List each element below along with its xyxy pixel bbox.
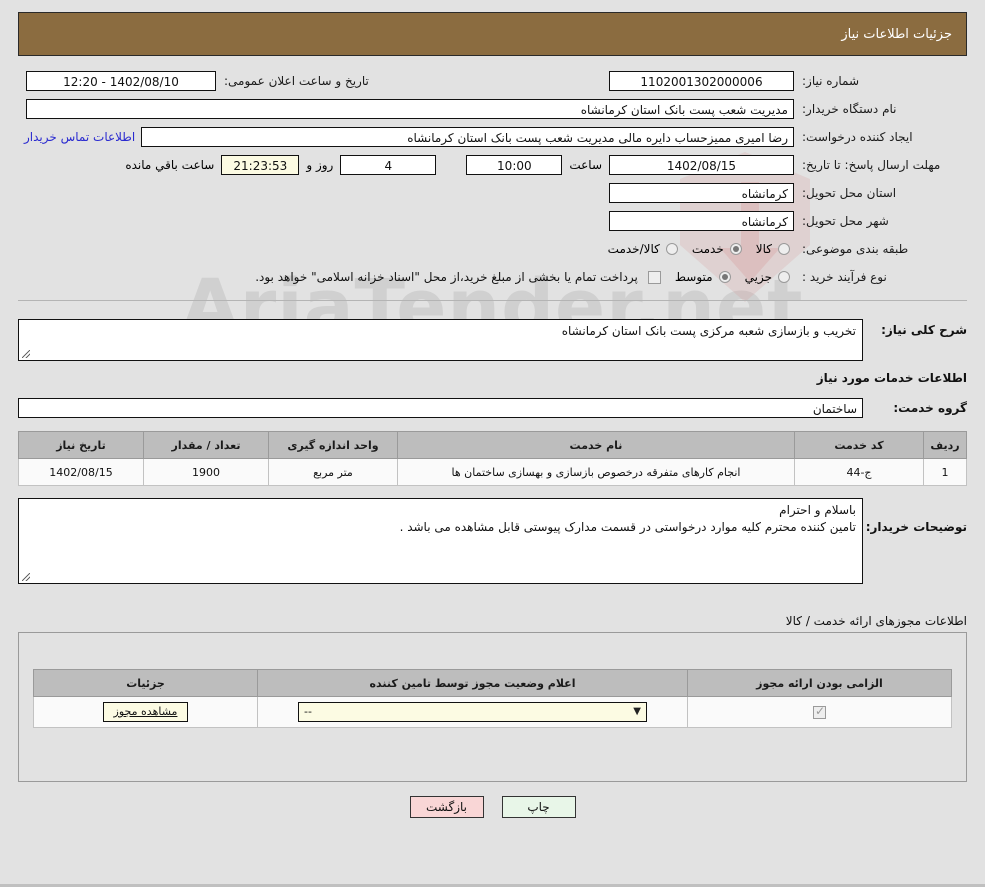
radio-category-goods-service[interactable] <box>665 243 678 255</box>
permits-table-wrap: الزامی بودن ارائه مجوز اعلام وضعیت مجوز … <box>19 633 966 728</box>
col-permit-details: جزئیات <box>33 669 258 697</box>
buyer-contact-link[interactable]: اطلاعات تماس خریدار <box>18 130 141 144</box>
col-quantity: تعداد / مقدار <box>143 431 269 459</box>
radio-category-goods-label: کالا <box>755 242 772 256</box>
days-label: روز و <box>306 158 334 172</box>
deadline-time-field: 10:00 <box>466 155 563 175</box>
service-table: ردیف کد خدمت نام خدمت واحد اندازه گیری ت… <box>18 431 967 486</box>
cell-service-code: ج-44 <box>794 458 924 486</box>
remaining-days-field: 4 <box>340 155 437 175</box>
province-field: کرمانشاه <box>609 183 794 203</box>
radio-process-minor-label: جزیي <box>744 270 772 284</box>
page-title: جزئیات اطلاعات نیاز <box>841 26 952 42</box>
deadline-label: مهلت ارسال پاسخ: تا تاریخ: <box>802 158 941 172</box>
services-heading: اطلاعات خدمات مورد نیاز <box>816 371 967 385</box>
process-label: نوع فرآیند خرید : <box>802 270 887 284</box>
buyer-notes-line-1: باسلام و احترام <box>779 503 856 517</box>
row-need-number: شماره نیاز: 1102001302000006 تاریخ و ساع… <box>18 70 967 92</box>
countdown-field: 21:23:53 <box>221 155 300 175</box>
permits-table-header-row: الزامی بودن ارائه مجوز اعلام وضعیت مجوز … <box>33 669 952 697</box>
payment-note: پرداخت تمام یا بخشی از مبلغ خرید،از محل … <box>255 270 638 284</box>
need-info-section: شماره نیاز: 1102001302000006 تاریخ و ساع… <box>18 62 967 301</box>
permit-status-value: -- <box>304 705 312 718</box>
need-number-label: شماره نیاز: <box>802 74 859 88</box>
row-process-type: نوع فرآیند خرید : جزیي متوسط پرداخت تمام… <box>18 266 967 288</box>
col-permit-required: الزامی بودن ارائه مجوز <box>687 669 952 697</box>
cell-permit-required <box>687 696 952 728</box>
print-button[interactable]: چاپ <box>501 796 576 818</box>
buyer-notes-line-2: تامین کننده محترم کلیه موارد درخواستی در… <box>399 520 856 534</box>
service-table-header-row: ردیف کد خدمت نام خدمت واحد اندازه گیری ت… <box>18 431 967 459</box>
city-label: شهر محل تحویل: <box>802 214 889 228</box>
permit-status-select[interactable]: ▼ -- <box>298 702 647 722</box>
view-permit-button[interactable]: مشاهده مجوز <box>102 702 189 722</box>
buyer-notes-textarea[interactable]: باسلام و احترام تامین کننده محترم کلیه م… <box>18 498 863 584</box>
radio-process-medium[interactable] <box>718 271 731 283</box>
radio-category-service[interactable] <box>729 243 742 255</box>
city-field: کرمانشاه <box>609 211 794 231</box>
category-label: طبقه بندی موضوعی: <box>802 242 909 256</box>
time-label: ساعت <box>569 158 602 172</box>
radio-category-goods-service-label: کالا/خدمت <box>607 242 660 256</box>
col-service-name: نام خدمت <box>397 431 795 459</box>
radio-process-medium-label: متوسط <box>674 270 713 284</box>
table-row: ▼ -- مشاهده مجوز <box>33 696 952 728</box>
back-button[interactable]: بازگشت <box>409 796 484 818</box>
buyer-org-label: نام دستگاه خریدار: <box>802 102 897 116</box>
radio-process-minor[interactable] <box>778 271 790 283</box>
col-row: ردیف <box>923 431 967 459</box>
cell-quantity: 1900 <box>143 458 269 486</box>
buyer-notes-label: توضیحات خریدار: <box>865 520 967 534</box>
cell-unit: متر مربع <box>268 458 398 486</box>
announce-datetime-label: تاریخ و ساعت اعلان عمومی: <box>224 74 369 88</box>
row-city: شهر محل تحویل: کرمانشاه <box>18 210 967 232</box>
col-permit-status: اعلام وضعیت مجوز توسط تامین کننده <box>257 669 688 697</box>
creator-label: ایجاد کننده درخواست: <box>802 130 913 144</box>
chevron-down-icon: ▼ <box>633 706 641 717</box>
row-service-group: گروه خدمت: ساختمان <box>18 397 967 419</box>
permits-section-label: اطلاعات مجوزهای ارائه خدمت / کالا <box>785 614 967 628</box>
row-buyer-notes: توضیحات خریدار: باسلام و احترام تامین کن… <box>18 498 967 584</box>
deadline-date-field: 1402/08/15 <box>609 155 794 175</box>
cell-row: 1 <box>923 458 967 486</box>
creator-field: رضا امیری ممیزحساب دایره مالی مدیریت شعب… <box>141 127 794 147</box>
description-section: شرح کلی نیاز: تخریب و بازسازی شعبه مرکزی… <box>18 301 967 604</box>
service-table-wrap: ردیف کد خدمت نام خدمت واحد اندازه گیری ت… <box>18 431 967 486</box>
need-number-field: 1102001302000006 <box>609 71 794 91</box>
overall-desc-textarea[interactable]: تخریب و بازسازی شعبه مرکزی پست بانک استا… <box>18 319 863 361</box>
province-label: استان محل تحویل: <box>802 186 897 200</box>
row-creator: ایجاد کننده درخواست: رضا امیری ممیزحساب … <box>18 126 967 148</box>
col-unit: واحد اندازه گیری <box>268 431 398 459</box>
radio-category-goods[interactable] <box>778 243 790 255</box>
permit-required-checkbox <box>813 704 826 719</box>
service-group-label: گروه خدمت: <box>893 401 967 415</box>
table-row: 1 ج-44 انجام کارهای متفرقه درخصوص بازساز… <box>18 458 967 486</box>
overall-desc-label: شرح کلی نیاز: <box>881 323 967 337</box>
col-need-date: تاریخ نیاز <box>18 431 144 459</box>
permits-panel: الزامی بودن ارائه مجوز اعلام وضعیت مجوز … <box>18 632 967 782</box>
row-deadline: مهلت ارسال پاسخ: تا تاریخ: 1402/08/15 سا… <box>18 154 967 176</box>
payment-checkbox[interactable] <box>647 270 661 284</box>
row-overall-description: شرح کلی نیاز: تخریب و بازسازی شعبه مرکزی… <box>18 319 967 361</box>
row-category: طبقه بندی موضوعی: کالا خدمت کالا/خدمت <box>18 238 967 260</box>
page-title-bar: جزئیات اطلاعات نیاز <box>18 12 967 56</box>
col-service-code: کد خدمت <box>794 431 924 459</box>
cell-permit-details: مشاهده مجوز <box>33 696 258 728</box>
remaining-label: ساعت باقي مانده <box>125 158 215 172</box>
permits-table: الزامی بودن ارائه مجوز اعلام وضعیت مجوز … <box>33 669 952 728</box>
buyer-org-field: مدیریت شعب پست بانک استان کرمانشاه <box>26 99 794 119</box>
cell-need-date: 1402/08/15 <box>18 458 144 486</box>
service-group-field: ساختمان <box>18 398 863 418</box>
cell-permit-status: ▼ -- <box>257 696 688 728</box>
announce-datetime-field: 1402/08/10 - 12:20 <box>26 71 216 91</box>
radio-category-service-label: خدمت <box>691 242 724 256</box>
services-heading-wrap: اطلاعات خدمات مورد نیاز <box>18 371 967 385</box>
footer-actions: چاپ بازگشت <box>0 796 985 818</box>
cell-service-name: انجام کارهای متفرقه درخصوص بازسازی و بهس… <box>397 458 795 486</box>
row-buyer-org: نام دستگاه خریدار: مدیریت شعب پست بانک ا… <box>18 98 967 120</box>
row-province: استان محل تحویل: کرمانشاه <box>18 182 967 204</box>
